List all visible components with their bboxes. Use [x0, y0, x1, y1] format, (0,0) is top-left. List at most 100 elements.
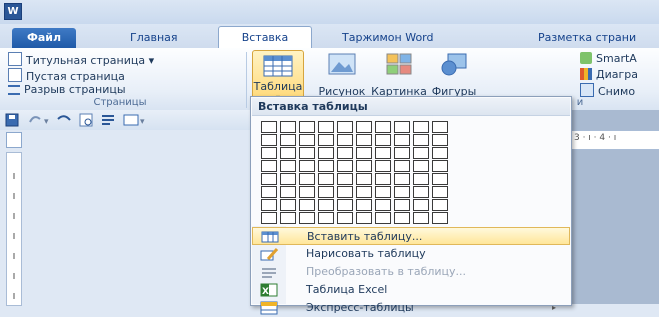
table-grid-cell[interactable] [413, 147, 429, 159]
table-grid-cell[interactable] [394, 121, 410, 133]
table-grid-cell[interactable] [261, 199, 277, 211]
table-grid-cell[interactable] [356, 121, 372, 133]
clipart-button[interactable]: Картинка [370, 52, 428, 98]
table-grid-cell[interactable] [261, 173, 277, 185]
table-grid-cell[interactable] [375, 212, 391, 224]
smartart-button[interactable]: SmartA [580, 52, 637, 65]
table-grid-cell[interactable] [299, 186, 315, 198]
table-grid-cell[interactable] [432, 199, 448, 211]
table-grid-cell[interactable] [413, 212, 429, 224]
table-grid-cell[interactable] [413, 160, 429, 172]
picture-button[interactable]: Рисунок [316, 52, 368, 98]
table-grid-cell[interactable] [337, 121, 353, 133]
table-grid-cell[interactable] [356, 147, 372, 159]
table-grid-cell[interactable] [375, 173, 391, 185]
table-grid-cell[interactable] [318, 186, 334, 198]
table-grid-cell[interactable] [337, 186, 353, 198]
table-grid-cell[interactable] [318, 134, 334, 146]
table-grid-cell[interactable] [394, 212, 410, 224]
table-grid-cell[interactable] [337, 173, 353, 185]
table-grid-cell[interactable] [356, 186, 372, 198]
table-grid-cell[interactable] [261, 134, 277, 146]
table-grid-cell[interactable] [299, 147, 315, 159]
table-grid-cell[interactable] [337, 199, 353, 211]
table-grid-cell[interactable] [394, 173, 410, 185]
table-grid-cell[interactable] [356, 173, 372, 185]
table-grid-cell[interactable] [299, 134, 315, 146]
table-grid-cell[interactable] [394, 199, 410, 211]
table-grid-cell[interactable] [280, 199, 296, 211]
table-grid-cell[interactable] [413, 173, 429, 185]
table-grid-cell[interactable] [432, 212, 448, 224]
table-grid-cell[interactable] [432, 160, 448, 172]
table-grid-cell[interactable] [261, 186, 277, 198]
table-grid-cell[interactable] [318, 147, 334, 159]
table-grid-cell[interactable] [375, 199, 391, 211]
table-grid-cell[interactable] [337, 212, 353, 224]
table-grid-cell[interactable] [413, 186, 429, 198]
table-grid-cell[interactable] [261, 212, 277, 224]
chart-button[interactable]: Диагра [580, 68, 638, 81]
table-grid-cell[interactable] [356, 160, 372, 172]
tab-translator-word[interactable]: Таржимон Word [342, 29, 434, 47]
table-grid-cell[interactable] [375, 160, 391, 172]
table-grid-cell[interactable] [280, 160, 296, 172]
table-grid-cell[interactable] [375, 121, 391, 133]
table-grid-cell[interactable] [299, 199, 315, 211]
table-grid-cell[interactable] [375, 134, 391, 146]
table-grid-cell[interactable] [280, 134, 296, 146]
table-grid-cell[interactable] [432, 173, 448, 185]
pages-group-label: Страницы [93, 97, 147, 108]
menu-item-draw-table[interactable]: Нарисовать таблицу [252, 245, 570, 263]
table-grid-cell[interactable] [394, 147, 410, 159]
tab-insert[interactable]: Вставка [218, 26, 312, 49]
table-grid-cell[interactable] [432, 147, 448, 159]
tab-file[interactable]: Файл [12, 28, 76, 48]
table-grid-cell[interactable] [280, 186, 296, 198]
table-grid-cell[interactable] [318, 173, 334, 185]
menu-item-quick-tables[interactable]: Экспресс-таблицы ▸ [252, 299, 570, 317]
table-grid-cell[interactable] [280, 147, 296, 159]
menu-item-excel-table[interactable]: X Таблица Excel [252, 281, 570, 299]
table-grid-cell[interactable] [432, 186, 448, 198]
table-grid-cell[interactable] [356, 199, 372, 211]
table-grid-cell[interactable] [318, 212, 334, 224]
table-grid-cell[interactable] [356, 212, 372, 224]
table-grid-cell[interactable] [299, 121, 315, 133]
table-grid-cell[interactable] [394, 160, 410, 172]
menu-item-insert-table[interactable]: Вставить таблицу... [252, 227, 570, 245]
table-grid-cell[interactable] [432, 121, 448, 133]
tab-selector[interactable] [6, 132, 22, 148]
tab-home[interactable]: Главная [130, 29, 178, 47]
table-grid-cell[interactable] [337, 147, 353, 159]
table-grid-cell[interactable] [413, 134, 429, 146]
cover-page-button[interactable]: Титульная страница ▾ [8, 52, 154, 67]
table-grid-cell[interactable] [356, 134, 372, 146]
table-grid-cell[interactable] [432, 134, 448, 146]
table-grid-cell[interactable] [299, 160, 315, 172]
table-grid-cell[interactable] [318, 199, 334, 211]
table-grid-cell[interactable] [261, 121, 277, 133]
table-grid-cell[interactable] [261, 147, 277, 159]
table-grid-cell[interactable] [318, 160, 334, 172]
table-grid-cell[interactable] [261, 160, 277, 172]
screenshot-button[interactable]: Снимо [580, 83, 635, 98]
tab-page-layout[interactable]: Разметка страни [538, 29, 636, 47]
table-grid-cell[interactable] [413, 199, 429, 211]
table-grid-cell[interactable] [280, 212, 296, 224]
table-grid-cell[interactable] [280, 173, 296, 185]
table-grid-cell[interactable] [394, 186, 410, 198]
blank-page-button[interactable]: Пустая страница [8, 68, 125, 83]
table-grid-cell[interactable] [299, 212, 315, 224]
table-grid-cell[interactable] [299, 173, 315, 185]
table-grid-cell[interactable] [337, 160, 353, 172]
table-grid-cell[interactable] [413, 121, 429, 133]
table-grid-cell[interactable] [337, 134, 353, 146]
table-grid-cell[interactable] [318, 121, 334, 133]
table-grid-cell[interactable] [394, 134, 410, 146]
table-grid-cell[interactable] [375, 147, 391, 159]
page-break-button[interactable]: Разрыв страницы [8, 83, 126, 96]
table-grid-cell[interactable] [280, 121, 296, 133]
table-grid-cell[interactable] [375, 186, 391, 198]
word-app-icon[interactable]: W [4, 3, 22, 20]
